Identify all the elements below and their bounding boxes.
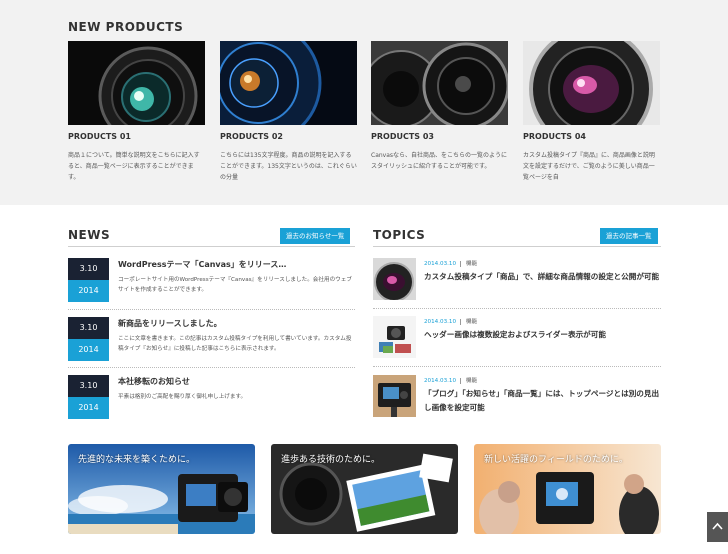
topics-archive-button[interactable]: 過去の記事一覧: [600, 228, 658, 244]
product-description: Canvasなら、自社商品、をこちらの一覧のようにスタイリッシュに紹介することが…: [371, 152, 508, 170]
product-description: カスタム投稿タイプ『商品』に、商品画像と説明文を設定するだけで、ご覧のように美し…: [523, 152, 655, 181]
news-item[interactable]: 3.10 2014 WordPressテーマ「Canvas」をリリース… コーポ…: [68, 258, 355, 302]
news-title-link[interactable]: 新商品をリリースしました。: [118, 318, 222, 329]
date-year: 2014: [68, 280, 109, 302]
topic-title-link[interactable]: 「ブログ」「お知らせ」「商品一覧」には、トップページとは別の見出し画像を設定可能: [424, 387, 661, 415]
banner-future[interactable]: 先進的な未来を築くために。: [68, 444, 255, 534]
product-name[interactable]: PRODUCTS 02: [220, 132, 357, 141]
news-divider: [68, 246, 355, 247]
banner-field[interactable]: 新しい活躍のフィールドのために。: [474, 444, 661, 534]
date-day: 3.10: [68, 375, 109, 397]
topic-category[interactable]: 機能: [460, 378, 478, 384]
news-item[interactable]: 3.10 2014 新商品をリリースしました。 ここに文章を書きます。この記事は…: [68, 317, 355, 361]
new-products-title: NEW PRODUCTS: [68, 20, 184, 34]
topic-date: 2014.03.10: [424, 261, 457, 267]
topics-title: TOPICS: [373, 228, 426, 242]
date-badge: 3.10 2014: [68, 317, 109, 361]
news-excerpt: 平素は格別のご高配を賜り厚く御礼申し上げます。: [118, 394, 247, 400]
back-to-top-button[interactable]: [707, 512, 728, 542]
banner-technology[interactable]: 進歩ある技術のために。: [271, 444, 458, 534]
product-name[interactable]: PRODUCTS 03: [371, 132, 508, 141]
banner-caption: 進歩ある技術のために。: [281, 455, 381, 465]
dotted-divider: [373, 308, 661, 309]
topic-category[interactable]: 機能: [460, 261, 478, 267]
product-description: 商品１について。簡単な説明文をこちらに記入すると、商品一覧ページに表示することが…: [68, 152, 200, 181]
lens-image[interactable]: [373, 258, 416, 300]
topic-category[interactable]: 機能: [460, 319, 478, 325]
dotted-divider: [68, 367, 355, 368]
camera-image[interactable]: [373, 375, 416, 417]
date-badge: 3.10 2014: [68, 375, 109, 419]
news-title: NEWS: [68, 228, 111, 242]
topic-meta: 2014.03.10 機能: [424, 259, 478, 267]
product-card[interactable]: PRODUCTS 03 Canvasなら、自社商品、をこちらの一覧のようにスタイ…: [371, 41, 508, 172]
date-badge: 3.10 2014: [68, 258, 109, 302]
news-title-link[interactable]: WordPressテーマ「Canvas」をリリース…: [118, 259, 286, 270]
product-name[interactable]: PRODUCTS 01: [68, 132, 205, 141]
product-image[interactable]: [371, 41, 508, 125]
topic-item[interactable]: 2014.03.10 機能 ヘッダー画像は複数設定およびスライダー表示が可能: [373, 316, 661, 358]
topic-meta: 2014.03.10 機能: [424, 317, 478, 325]
news-archive-button[interactable]: 過去のお知らせ一覧: [280, 228, 351, 244]
dotted-divider: [373, 366, 661, 367]
topic-title-link[interactable]: ヘッダー画像は複数設定およびスライダー表示が可能: [424, 328, 661, 342]
banner-caption: 先進的な未来を築くために。: [78, 455, 196, 465]
topic-meta: 2014.03.10 機能: [424, 376, 478, 384]
product-card[interactable]: PRODUCTS 02 こちらには135文字程度。商品の説明を記入することができ…: [220, 41, 357, 183]
product-image[interactable]: [68, 41, 205, 125]
news-item[interactable]: 3.10 2014 本社移転のお知らせ 平素は格別のご高配を賜り厚く御礼申し上げ…: [68, 375, 355, 419]
product-name[interactable]: PRODUCTS 04: [523, 132, 660, 141]
topics-divider: [373, 246, 661, 247]
product-description: こちらには135文字程度。商品の説明を記入することができます。135文字というの…: [220, 152, 357, 181]
news-excerpt: ここに文章を書きます。この記事はカスタム投稿タイプを利用して書いています。カスタ…: [118, 336, 352, 352]
topic-item[interactable]: 2014.03.10 機能 カスタム投稿タイプ「商品」で、詳細な商品情報の設定と公…: [373, 258, 661, 300]
date-day: 3.10: [68, 258, 109, 280]
product-image[interactable]: [523, 41, 660, 125]
news-title-link[interactable]: 本社移転のお知らせ: [118, 376, 190, 387]
product-card[interactable]: PRODUCTS 04 カスタム投稿タイプ『商品』に、商品画像と説明文を設定する…: [523, 41, 660, 183]
arrow-up-icon: [712, 522, 723, 530]
dotted-divider: [68, 309, 355, 310]
topic-title-link[interactable]: カスタム投稿タイプ「商品」で、詳細な商品情報の設定と公開が可能: [424, 270, 661, 284]
date-day: 3.10: [68, 317, 109, 339]
news-excerpt: コーポレートサイト用のWordPressテーマ『Canvas』をリリースしました…: [118, 277, 352, 293]
camera-image[interactable]: [373, 316, 416, 358]
topic-date: 2014.03.10: [424, 319, 457, 325]
banner-caption: 新しい活躍のフィールドのために。: [484, 455, 628, 465]
topic-date: 2014.03.10: [424, 378, 457, 384]
topic-item[interactable]: 2014.03.10 機能 「ブログ」「お知らせ」「商品一覧」には、トップページと…: [373, 375, 661, 417]
product-card[interactable]: PRODUCTS 01 商品１について。簡単な説明文をこちらに記入すると、商品一…: [68, 41, 205, 183]
date-year: 2014: [68, 397, 109, 419]
date-year: 2014: [68, 339, 109, 361]
product-image[interactable]: [220, 41, 357, 125]
